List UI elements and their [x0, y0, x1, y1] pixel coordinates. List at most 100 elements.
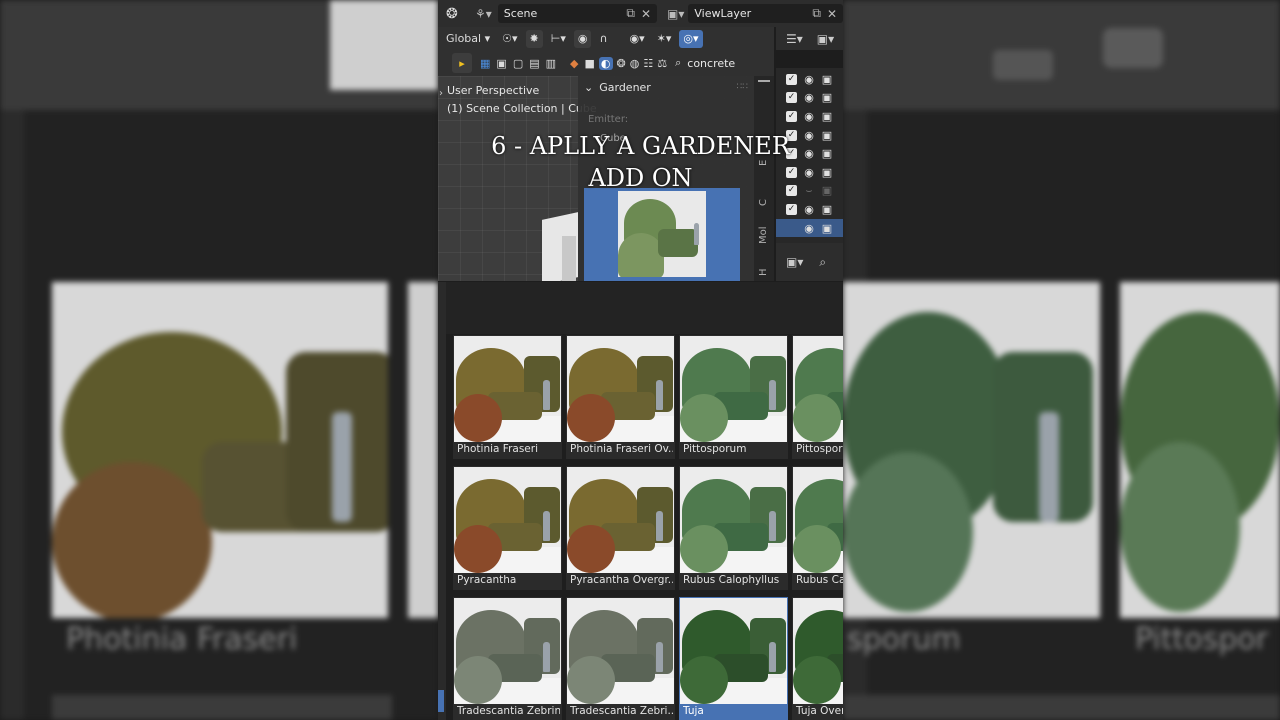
asset-tile[interactable]: Rubus Ca	[792, 466, 843, 590]
gardener-preview[interactable]	[584, 188, 740, 281]
display-mode-icon[interactable]: ☰▾	[786, 32, 803, 46]
drag-handle-icon[interactable]: ∷∷	[737, 82, 748, 92]
visibility-icon[interactable]: ◉▾	[626, 30, 649, 48]
top-header: ❂ ⚘▾ Scene ⧉ ✕ ▣▾ ViewLayer ⧉ ✕	[438, 0, 843, 27]
scene-icon[interactable]: ⚘▾	[475, 7, 492, 21]
proportional-edit-icon[interactable]: ◉	[573, 29, 592, 48]
asset-browser: Photinia Fraseri Photinia Fraseri Ov... Pi…	[446, 282, 843, 720]
object-icon[interactable]: ■	[585, 57, 595, 70]
select-subtract-icon[interactable]: ▢	[513, 57, 523, 70]
tab-h[interactable]: H	[758, 268, 769, 276]
outliner-row[interactable]: ✓ ◉ ▣	[776, 200, 843, 219]
material-icon[interactable]: ◆	[570, 57, 578, 70]
select-extend-icon[interactable]: ▣	[496, 57, 506, 70]
asset-name: Photinia Fraseri	[457, 443, 538, 455]
view-layer-field[interactable]: ViewLayer ⧉ ✕	[688, 4, 843, 23]
tab-mol[interactable]: Mol	[758, 226, 769, 244]
blender-logo-icon[interactable]: ❂	[446, 6, 461, 22]
checkbox-icon[interactable]: ✓	[786, 203, 797, 215]
pivot-icon[interactable]: ☉▾	[498, 30, 521, 48]
checkbox-icon[interactable]: ✓	[786, 110, 797, 122]
tutorial-caption: 6 - APLLY A GARDENER ADD ON	[438, 130, 843, 194]
asset-thumbnail	[793, 598, 843, 704]
gardener-panel-header[interactable]: ⌄ Gardener ∷∷	[578, 76, 774, 98]
select-box-icon[interactable]: ▦	[480, 57, 490, 70]
checkbox-icon[interactable]: ✓	[786, 73, 797, 85]
copy-icon[interactable]: ⧉	[812, 6, 821, 21]
asset-name: Tradescantia Zebri...	[570, 705, 673, 717]
tab-c[interactable]: C	[758, 199, 769, 206]
asset-thumbnail	[454, 336, 561, 442]
asset-thumbnail	[454, 598, 561, 704]
outliner-header: ☰▾ ▣▾	[776, 27, 843, 50]
render-icon[interactable]: ◍	[630, 57, 640, 70]
outliner-row[interactable]: ✓ ◉ ▣	[776, 107, 843, 126]
collection-label: (1) Scene Collection | Cube	[447, 102, 597, 115]
eye-icon[interactable]: ◉	[803, 91, 815, 104]
asset-thumbnail	[454, 467, 561, 573]
snap-icon[interactable]: ✸	[525, 29, 543, 48]
collapse-icon[interactable]	[758, 80, 770, 82]
blender-window: ❂ ⚘▾ Scene ⧉ ✕ ▣▾ ViewLayer ⧉ ✕ Global ▾…	[438, 0, 843, 720]
search-icon[interactable]: ⌕	[819, 255, 826, 270]
properties-type-icon[interactable]: ▣▾	[786, 255, 803, 269]
asset-thumbnail	[680, 598, 787, 704]
sidebar-active-marker	[438, 690, 444, 712]
orientation-dropdown[interactable]: Global ▾	[442, 30, 494, 48]
close-icon[interactable]: ✕	[641, 7, 651, 21]
asset-name: Tuja	[683, 705, 704, 717]
select-invert-icon[interactable]: ▤	[529, 57, 539, 70]
asset-tile[interactable]: Tradescantia Zebrina	[453, 597, 562, 720]
world-icon[interactable]: ◐	[598, 56, 613, 70]
asset-tile[interactable]: Tuja Over	[792, 597, 843, 720]
view-layer-icon[interactable]: ▣▾	[667, 7, 684, 21]
select-intersect-icon[interactable]: ▥	[546, 57, 556, 70]
asset-thumbnail	[793, 336, 843, 442]
search-value[interactable]: concrete	[687, 57, 735, 70]
asset-name: Pittosporum	[683, 443, 747, 455]
asset-tile[interactable]: Pittospor	[792, 335, 843, 459]
gardener-title: Gardener	[599, 80, 651, 94]
scene-field[interactable]: Scene ⧉ ✕	[497, 4, 658, 23]
camera-icon[interactable]: ▣	[821, 222, 833, 235]
texture-icon[interactable]: ☷	[643, 57, 653, 70]
asset-tile[interactable]: Rubus Calophyllus	[679, 466, 788, 590]
brush-icon[interactable]: ⚖	[657, 57, 667, 70]
falloff-icon[interactable]: ∩	[595, 30, 611, 48]
asset-thumbnail	[567, 598, 674, 704]
eye-icon[interactable]: ◉	[803, 110, 815, 123]
bg-caption-left: Photinia Fraseri	[66, 622, 298, 657]
camera-icon[interactable]: ▣	[821, 91, 833, 104]
asset-tile[interactable]: Pittosporum	[679, 335, 788, 459]
asset-name: Rubus Calophyllus	[683, 574, 780, 586]
asset-tile[interactable]: Pyracantha	[453, 466, 562, 590]
snap-target-icon[interactable]: ⊢▾	[547, 30, 570, 48]
camera-icon[interactable]: ▣	[821, 73, 833, 86]
toolbar-expand-icon[interactable]: ›	[439, 88, 443, 99]
outliner-row-selected[interactable]: ◉ ▣	[776, 218, 843, 238]
close-icon[interactable]: ✕	[827, 7, 837, 21]
checkbox-icon[interactable]: ✓	[786, 92, 797, 104]
eye-icon[interactable]: ◉	[803, 222, 815, 235]
asset-tile-selected[interactable]: Tuja	[679, 597, 788, 720]
asset-tile[interactable]: Photinia Fraseri	[453, 335, 562, 459]
camera-icon[interactable]: ▣	[821, 203, 833, 216]
overlay-icon[interactable]: ◎▾	[679, 29, 703, 48]
asset-tile[interactable]: Pyracantha Overgr...	[566, 466, 675, 590]
orientation-label: Global	[446, 32, 482, 45]
scene-props-icon[interactable]: ❂	[617, 57, 626, 70]
select-tool-icon[interactable]: ▸	[452, 53, 472, 73]
eye-icon[interactable]: ◉	[803, 203, 815, 216]
asset-name: Pyracantha Overgr...	[570, 574, 673, 586]
copy-icon[interactable]: ⧉	[626, 6, 635, 21]
eye-icon[interactable]: ◉	[803, 73, 815, 86]
outliner-row[interactable]: ✓ ◉ ▣	[776, 89, 843, 108]
asset-tile[interactable]: Photinia Fraseri Ov...	[566, 335, 675, 459]
asset-thumbnail	[567, 336, 674, 442]
outliner-row[interactable]: ✓ ◉ ▣	[776, 70, 843, 89]
camera-icon[interactable]: ▣	[821, 110, 833, 123]
gizmo-icon[interactable]: ✶▾	[653, 30, 676, 48]
asset-tile[interactable]: Tradescantia Zebri...	[566, 597, 675, 720]
cube-object-side	[562, 236, 576, 281]
filter-icon[interactable]: ▣▾	[817, 32, 834, 46]
